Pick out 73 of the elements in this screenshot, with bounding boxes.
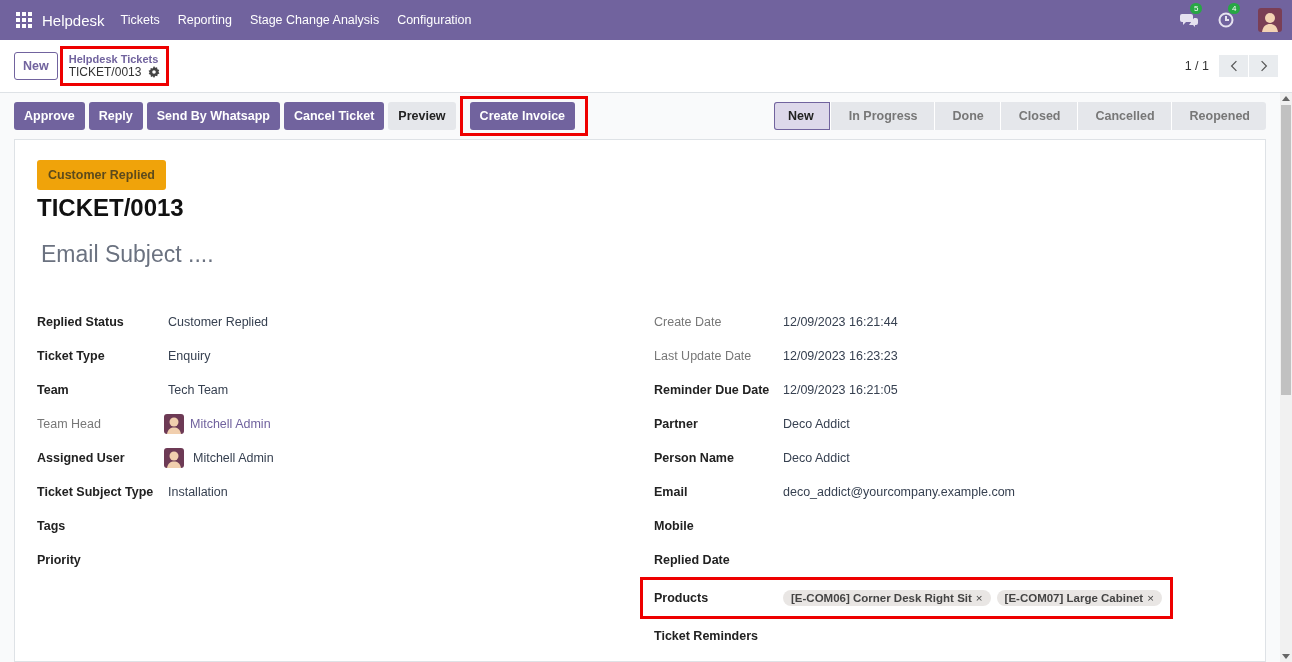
tag-label: [E-COM07] Large Cabinet — [1004, 592, 1144, 604]
field-label: Create Date — [654, 315, 723, 329]
action-button[interactable]: Send By Whatsapp — [146, 102, 280, 130]
field-label: Priority — [37, 553, 82, 567]
field-label: Replied Date — [654, 553, 731, 567]
user-link[interactable]: Mitchell Admin — [190, 417, 271, 431]
avatar-icon — [164, 414, 184, 434]
status-badge: Customer Replied — [37, 160, 166, 190]
clock-icon[interactable] — [1218, 12, 1234, 28]
user-avatar-icon[interactable] — [1258, 8, 1282, 32]
action-button[interactable]: Preview — [388, 102, 456, 130]
notification-badge: 4 — [1228, 3, 1241, 14]
field-label: Person Name — [654, 451, 735, 465]
field-value: Installation — [168, 485, 228, 499]
menu-item[interactable]: Configuration — [397, 13, 472, 27]
remove-tag-button[interactable]: × — [975, 592, 983, 604]
ticket-title: TICKET/0013 — [37, 194, 184, 222]
field-label: Assigned User — [37, 451, 126, 465]
apps-menu-icon[interactable] — [16, 12, 32, 28]
chevron-right-icon — [1259, 60, 1268, 72]
stage-tab[interactable]: Cancelled — [1076, 102, 1171, 130]
field-value: Enquiry — [168, 349, 211, 363]
chevron-left-icon — [1229, 60, 1238, 72]
scroll-up-icon[interactable] — [1282, 96, 1290, 101]
field-label: Team — [37, 383, 70, 397]
field-label: Reminder Due Date — [654, 383, 771, 397]
field-value: Customer Replied — [168, 315, 269, 329]
action-button[interactable]: Approve — [14, 102, 85, 130]
field-label: Ticket Subject Type — [37, 485, 155, 499]
app-name[interactable]: Helpdesk — [42, 11, 105, 29]
field-value: deco_addict@yourcompany.example.com — [783, 485, 1016, 499]
action-button[interactable]: Reply — [88, 102, 143, 130]
field-label: Replied Status — [37, 315, 125, 329]
field-label: Ticket Reminders — [654, 629, 759, 643]
scroll-down-icon[interactable] — [1282, 654, 1290, 659]
stage-tab[interactable]: In Progress — [829, 102, 934, 130]
field-value: Deco Addict — [783, 417, 850, 431]
new-button[interactable]: New — [14, 52, 58, 80]
field-label: Last Update Date — [654, 349, 753, 363]
gear-icon[interactable] — [148, 66, 161, 78]
field-value: Mitchell Admin — [193, 451, 274, 465]
pager-text: 1 / 1 — [1184, 59, 1209, 73]
menu-item[interactable]: Stage Change Analysis — [249, 13, 380, 27]
field-value: Tech Team — [168, 383, 229, 397]
tag-label: [E-COM06] Corner Desk Right Sit — [791, 592, 972, 604]
menu-item[interactable]: Tickets — [120, 13, 160, 27]
stage-tab[interactable]: Closed — [999, 102, 1077, 130]
remove-tag-button[interactable]: × — [1147, 592, 1154, 604]
stage-tab[interactable]: Done — [933, 102, 1000, 130]
record-name: TICKET/0013 — [68, 65, 142, 79]
field-label: Email — [654, 485, 689, 499]
previous-button[interactable] — [1219, 55, 1248, 77]
field-label: Partner — [654, 417, 699, 431]
field-value: 12/09/2023 16:21:05 — [783, 383, 898, 397]
chat-icon[interactable] — [1180, 12, 1198, 28]
next-button[interactable] — [1249, 55, 1278, 77]
field-label: Ticket Type — [37, 349, 106, 363]
field-label: Products — [654, 591, 710, 605]
field-value: 12/09/2023 16:21:44 — [783, 315, 898, 329]
field-value: Deco Addict — [783, 451, 850, 465]
field-label: Team Head — [37, 417, 102, 431]
menu-item[interactable]: Reporting — [177, 13, 232, 27]
action-button[interactable]: Cancel Ticket — [283, 102, 385, 130]
avatar-icon — [164, 448, 184, 468]
stage-tab[interactable]: New — [774, 102, 830, 130]
field-label: Tags — [37, 519, 67, 533]
stage-tab[interactable]: Reopened — [1170, 102, 1266, 130]
field-label: Mobile — [654, 519, 695, 533]
field-value: 12/09/2023 16:23:23 — [783, 349, 898, 363]
notification-badge: 5 — [1190, 3, 1203, 14]
action-button[interactable]: Create Invoice — [469, 102, 576, 130]
scrollbar[interactable] — [1280, 93, 1292, 662]
breadcrumb-link[interactable]: Helpdesk Tickets — [68, 53, 161, 65]
